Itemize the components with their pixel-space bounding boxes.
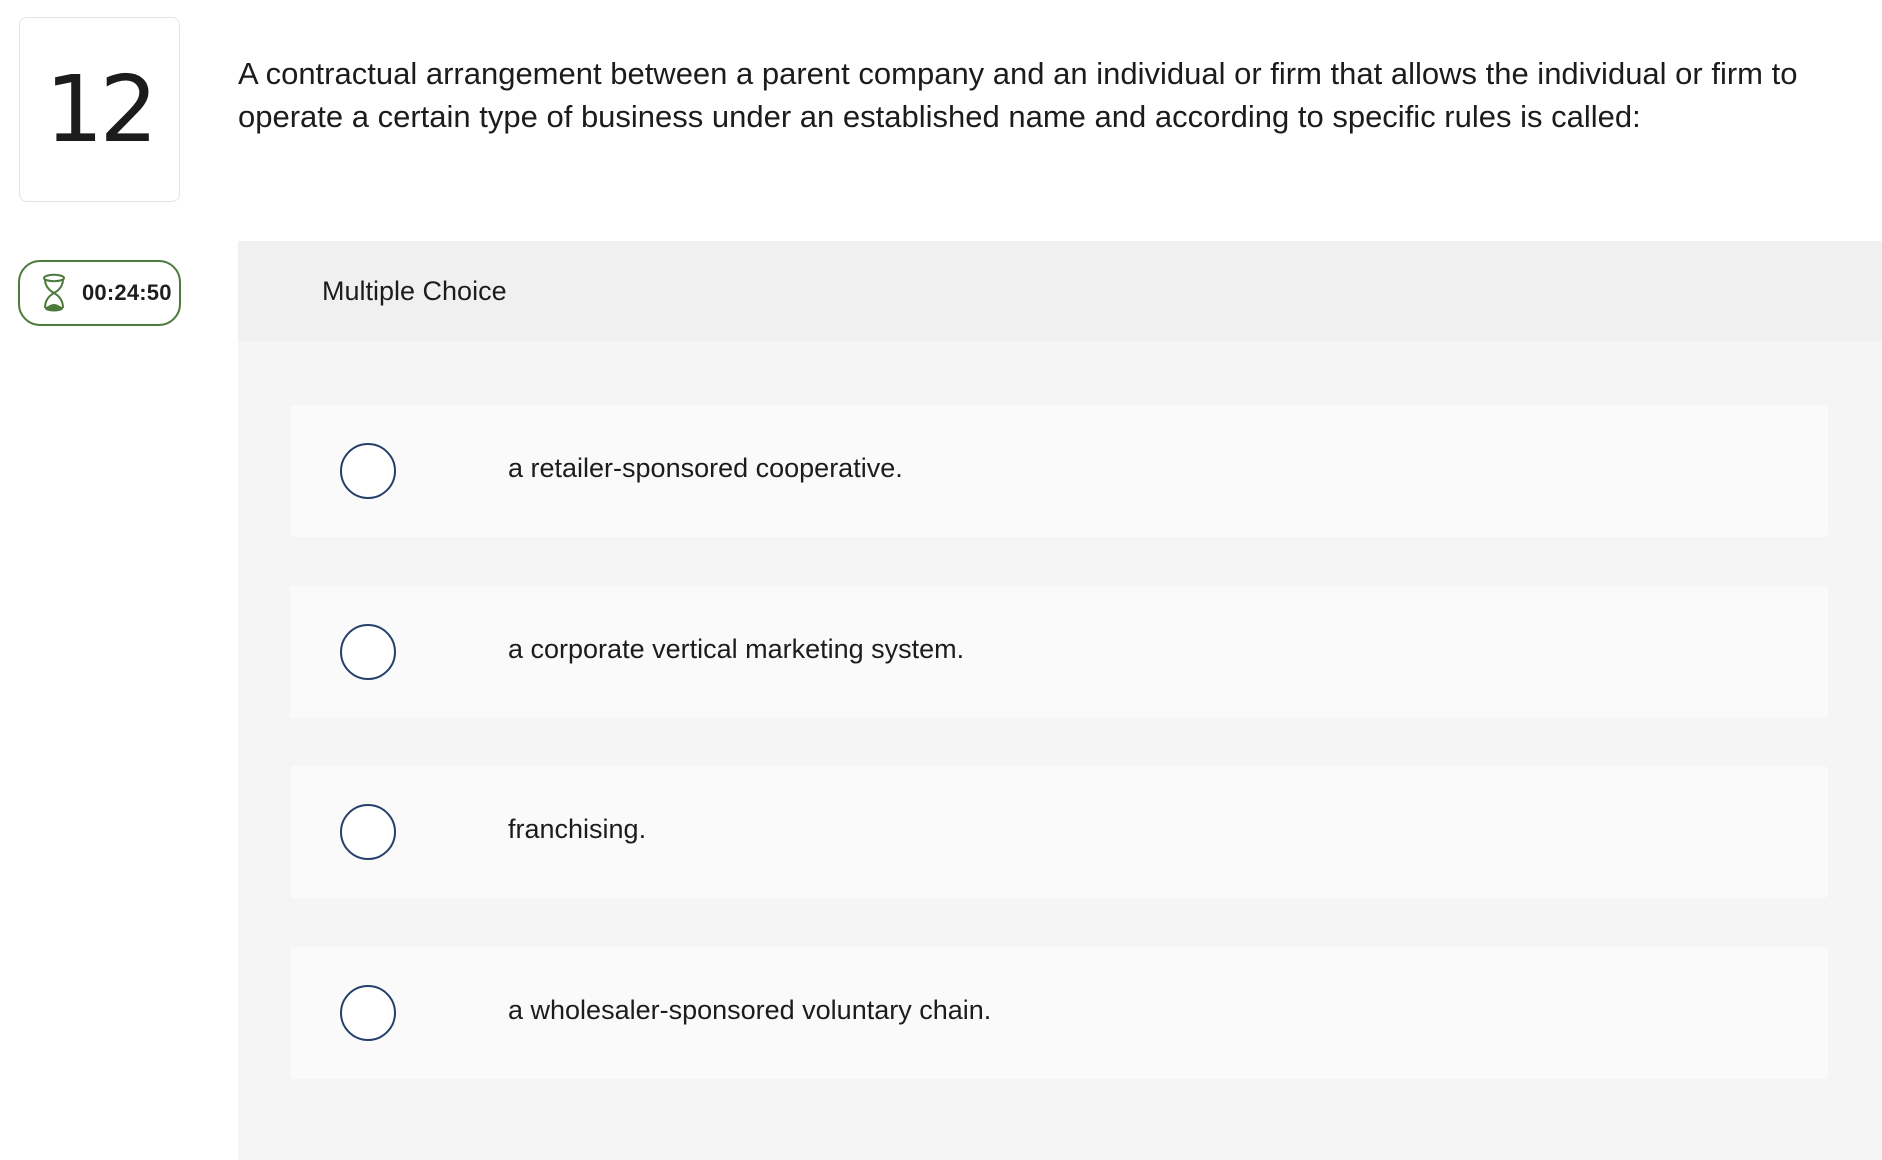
answer-option-2[interactable]: a corporate vertical marketing system. [290,586,1828,718]
answer-option-3[interactable]: franchising. [290,766,1828,898]
radio-button[interactable] [340,804,396,860]
radio-button[interactable] [340,443,396,499]
answer-option-4[interactable]: a wholesaler-sponsored voluntary chain. [290,947,1828,1079]
timer-value: 00:24:50 [82,280,172,305]
answer-option-label: a retailer-sponsored cooperative. [508,453,903,483]
answer-option-label: a wholesaler-sponsored voluntary chain. [508,995,992,1025]
answer-panel-header: Multiple Choice [238,241,1882,341]
hourglass-icon [38,271,70,315]
answer-option-1[interactable]: a retailer-sponsored cooperative. [290,405,1828,537]
radio-button[interactable] [340,624,396,680]
question-text: A contractual arrangement between a pare… [238,56,1798,134]
answer-option-label: a corporate vertical marketing system. [508,634,965,664]
question-number-box: 12 [19,17,180,202]
question-number: 12 [44,55,158,163]
answer-panel: Multiple Choice a retailer-sponsored coo… [238,241,1882,1160]
timer-badge[interactable]: 00:24:50 [18,260,181,326]
question-type-label: Multiple Choice [322,276,507,306]
radio-button[interactable] [340,985,396,1041]
answer-option-label: franchising. [508,814,647,844]
